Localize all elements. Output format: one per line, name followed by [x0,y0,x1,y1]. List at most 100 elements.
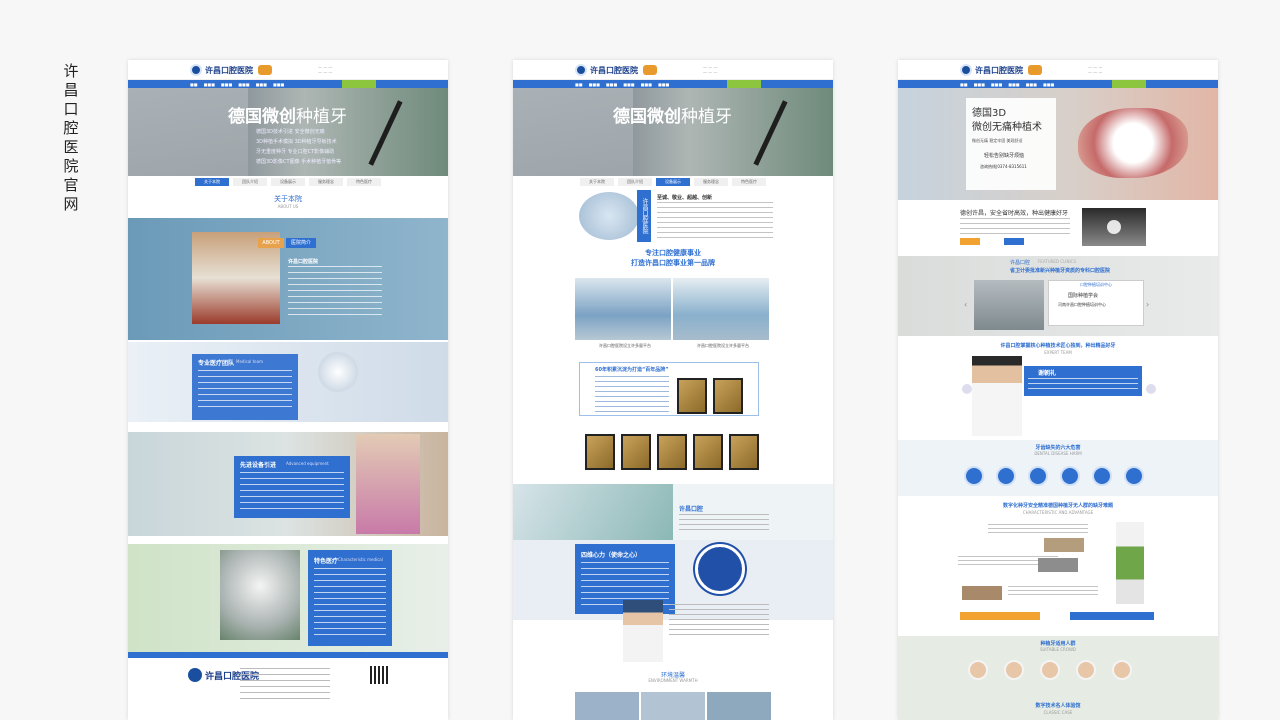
facility-photo [575,278,671,340]
main-nav: ■■ ■■■ ■■■ ■■■ ■■■ ■■■ [128,80,448,88]
nav-item[interactable]: ■■■ [273,82,284,87]
harm-icon [1060,466,1080,486]
tab-service[interactable]: 服务理念 [694,178,728,186]
nav-item[interactable]: ■■ [960,82,968,87]
nav-item[interactable]: ■■■ [1008,82,1019,87]
hospital-logo-icon [575,64,587,76]
nav-item[interactable]: ■■■ [991,82,1002,87]
hospital-logo-icon [190,64,202,76]
nav-item[interactable]: ■■■ [606,82,617,87]
advantage-subtitle: CHARACTERISTIC AND ADVANTAGE [1022,510,1094,515]
mockup-panel-1: 许昌口腔医院 — — — — — — ■■ ■■■ ■■■ ■■■ ■■■ ■■■ 德国微创… [128,60,448,720]
photo-caption: 许昌口腔医院设立许多量平台 [697,343,749,348]
side-title-char: 腔 [63,119,79,137]
site-logo[interactable]: 许昌口腔医院 [575,63,657,77]
tab-feature[interactable]: 特色医疗 [347,178,381,186]
nav-item[interactable]: ■■ [190,82,198,87]
choose-button-primary[interactable] [960,238,980,245]
qr-code [370,666,388,684]
equipment-text [240,472,344,510]
nav-item[interactable]: ■■■ [658,82,669,87]
nav-item[interactable]: ■■■ [589,82,600,87]
prev-arrow-icon[interactable] [962,384,972,394]
nav-item[interactable]: ■■■ [641,82,652,87]
logo-text: 许昌口腔医院 [975,65,1023,75]
advantage-section: 数字化种牙安全精准德国种植牙无人群的缺牙难题 CHARACTERISTIC AN… [898,500,1218,634]
footer-info [240,668,330,704]
side-title-char: 口 [63,100,79,118]
advantage-title: 数字化种牙安全精准德国种植牙无人群的缺牙难题 [1002,503,1113,509]
award-plaque [713,378,743,414]
choose-text [960,218,1070,234]
tab-equipment[interactable]: 设备展示 [271,178,305,186]
choose-button-secondary[interactable] [1004,238,1024,245]
expert-title: 许昌口腔掌握核心种植技术匠心独到，种出精品好牙 [1000,343,1116,349]
award-plaque [585,434,615,470]
tab-service[interactable]: 服务理念 [309,178,343,186]
hero-title-1: 德国3D [972,108,1007,119]
environment-photo [575,692,639,720]
hospital-emblem-icon [695,544,745,594]
nav-cta-button[interactable] [342,80,376,88]
side-title-char: 网 [63,195,79,213]
team-heading: 专业医疗团队 [198,360,235,367]
brand-list [595,376,669,412]
site-logo[interactable]: 许昌口腔医院 [190,63,272,77]
nav-item[interactable]: ■■■ [974,82,985,87]
choose-title: 德创许昌，安全省时高效，种出健康好牙 [960,210,1069,217]
founder-text [669,604,769,636]
header-contact: — — — — — — [1088,65,1103,75]
play-icon[interactable] [1107,220,1121,234]
clinic-photo [513,484,673,540]
mascot-icon [1028,65,1042,75]
site-header: 许昌口腔医院 — — — — — — [898,60,1218,80]
clinic-section: 许昌口腔 [513,484,833,540]
site-logo[interactable]: 许昌口腔医院 [960,63,1042,77]
tab-about[interactable]: 关于本院 [580,178,614,186]
next-arrow-icon[interactable] [1146,384,1156,394]
hero-title: 德国微创种植牙 [613,107,732,127]
about-badge: 医院简介 [286,238,316,248]
founder-section [513,600,833,664]
mascot-icon [258,65,272,75]
feature-text [314,568,386,640]
advantage-photo [1044,538,1084,552]
about-section: ABOUT 医院简介 许昌口腔医院 [128,218,448,340]
prev-arrow-icon[interactable]: ‹ [964,300,967,309]
case-title: 数字技术名人体验馆 [1035,703,1081,709]
crowd-avatar [1112,660,1132,680]
clinic-title: 省卫计委批准新兴种植牙资质的专科口腔医院 [1010,268,1111,274]
tab-equipment[interactable]: 设备展示 [656,178,690,186]
advantage-item [988,524,1088,534]
tab-feature[interactable]: 特色医疗 [732,178,766,186]
implant-image [1116,522,1144,604]
nav-item[interactable]: ■■ [575,82,583,87]
about-text [288,266,382,316]
hero-cta: 轻松告别缺牙烦恼 [984,153,1025,159]
nav-item[interactable]: ■■■ [623,82,634,87]
next-arrow-icon[interactable]: › [1146,300,1149,309]
advantage-button[interactable] [1070,612,1154,620]
nav-item[interactable]: ■■■ [256,82,267,87]
tab-team[interactable]: 团队介绍 [618,178,652,186]
nav-cta-button[interactable] [727,80,761,88]
nav-item[interactable]: ■■■ [221,82,232,87]
mockup-panel-3: 许昌口腔医院 — — — — — — ■■ ■■■ ■■■ ■■■ ■■■ ■■■ 德国3D… [898,60,1218,720]
advantage-button[interactable] [960,612,1040,620]
tab-about[interactable]: 关于本院 [195,178,229,186]
nav-item[interactable]: ■■■ [238,82,249,87]
crowd-avatar [968,660,988,680]
case-subtitle: CLASSIC CASE [1043,710,1073,715]
nav-item[interactable]: ■■■ [1043,82,1054,87]
patient-photo [356,434,420,534]
harm-title: 牙齿缺失的六大危害 [1035,445,1081,451]
hero-tags: 微创无痛 稳定牢固 美观舒适 [972,138,1023,143]
side-title-char: 官 [63,176,79,194]
slogan-line-1: 专注口腔健康事业 [645,249,701,257]
clinic-heading: 许昌口腔 [679,506,704,513]
environment-subtitle: ENVIRONMENT WARMTH [648,678,698,683]
nav-item[interactable]: ■■■ [204,82,215,87]
nav-cta-button[interactable] [1112,80,1146,88]
nav-item[interactable]: ■■■ [1026,82,1037,87]
tab-team[interactable]: 团队介绍 [233,178,267,186]
